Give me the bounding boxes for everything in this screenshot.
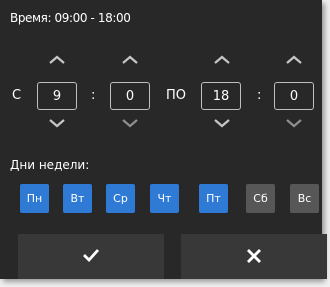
time-schedule-panel: Время: 09:00 - 18:00 С : ПО : Дни недели… — [0, 0, 327, 279]
day-toggle-mon[interactable]: Пн — [20, 184, 49, 213]
chevron-down-icon — [286, 119, 302, 128]
day-toggle-wed[interactable]: Ср — [106, 184, 135, 213]
confirm-button[interactable] — [18, 234, 164, 279]
chevron-up-icon — [214, 55, 230, 64]
from-label: С — [12, 88, 22, 103]
end-hour-down-arrow[interactable] — [210, 116, 234, 130]
chevron-up-icon — [49, 55, 65, 64]
chevron-up-icon — [286, 55, 302, 64]
chevron-down-icon — [49, 119, 65, 128]
start-minute-input[interactable] — [110, 82, 150, 110]
day-label: Пн — [26, 192, 43, 205]
chevron-down-icon — [214, 119, 230, 128]
start-hour-up-arrow[interactable] — [45, 53, 69, 67]
cancel-button[interactable] — [181, 234, 327, 279]
check-icon — [83, 249, 100, 263]
panel-title: Время: 09:00 - 18:00 — [10, 11, 131, 25]
start-hour-input[interactable] — [37, 82, 77, 110]
day-toggle-tue[interactable]: Вт — [63, 184, 92, 213]
close-icon — [247, 249, 261, 263]
day-label: Чт — [157, 192, 172, 205]
day-label: Вс — [297, 192, 312, 205]
start-hour-down-arrow[interactable] — [45, 116, 69, 130]
day-label: Сб — [253, 192, 268, 205]
day-label: Пт — [206, 192, 221, 205]
weekdays-label: Дни недели: — [10, 158, 90, 172]
start-minute-down-arrow[interactable] — [118, 116, 142, 130]
day-label: Ср — [113, 192, 128, 205]
to-label: ПО — [166, 88, 187, 103]
end-minute-down-arrow[interactable] — [282, 116, 306, 130]
end-hour-up-arrow[interactable] — [210, 53, 234, 67]
day-label: Вт — [70, 192, 85, 205]
chevron-up-icon — [122, 55, 138, 64]
time-separator: : — [257, 88, 262, 103]
day-toggle-fri[interactable]: Пт — [199, 184, 228, 213]
day-toggle-thu[interactable]: Чт — [150, 184, 179, 213]
end-hour-input[interactable] — [201, 82, 241, 110]
chevron-down-icon — [122, 119, 138, 128]
end-minute-input[interactable] — [274, 82, 314, 110]
time-separator: : — [91, 88, 96, 103]
start-minute-up-arrow[interactable] — [118, 53, 142, 67]
day-toggle-sun[interactable]: Вс — [290, 184, 319, 213]
day-toggle-sat[interactable]: Сб — [246, 184, 275, 213]
end-minute-up-arrow[interactable] — [282, 53, 306, 67]
